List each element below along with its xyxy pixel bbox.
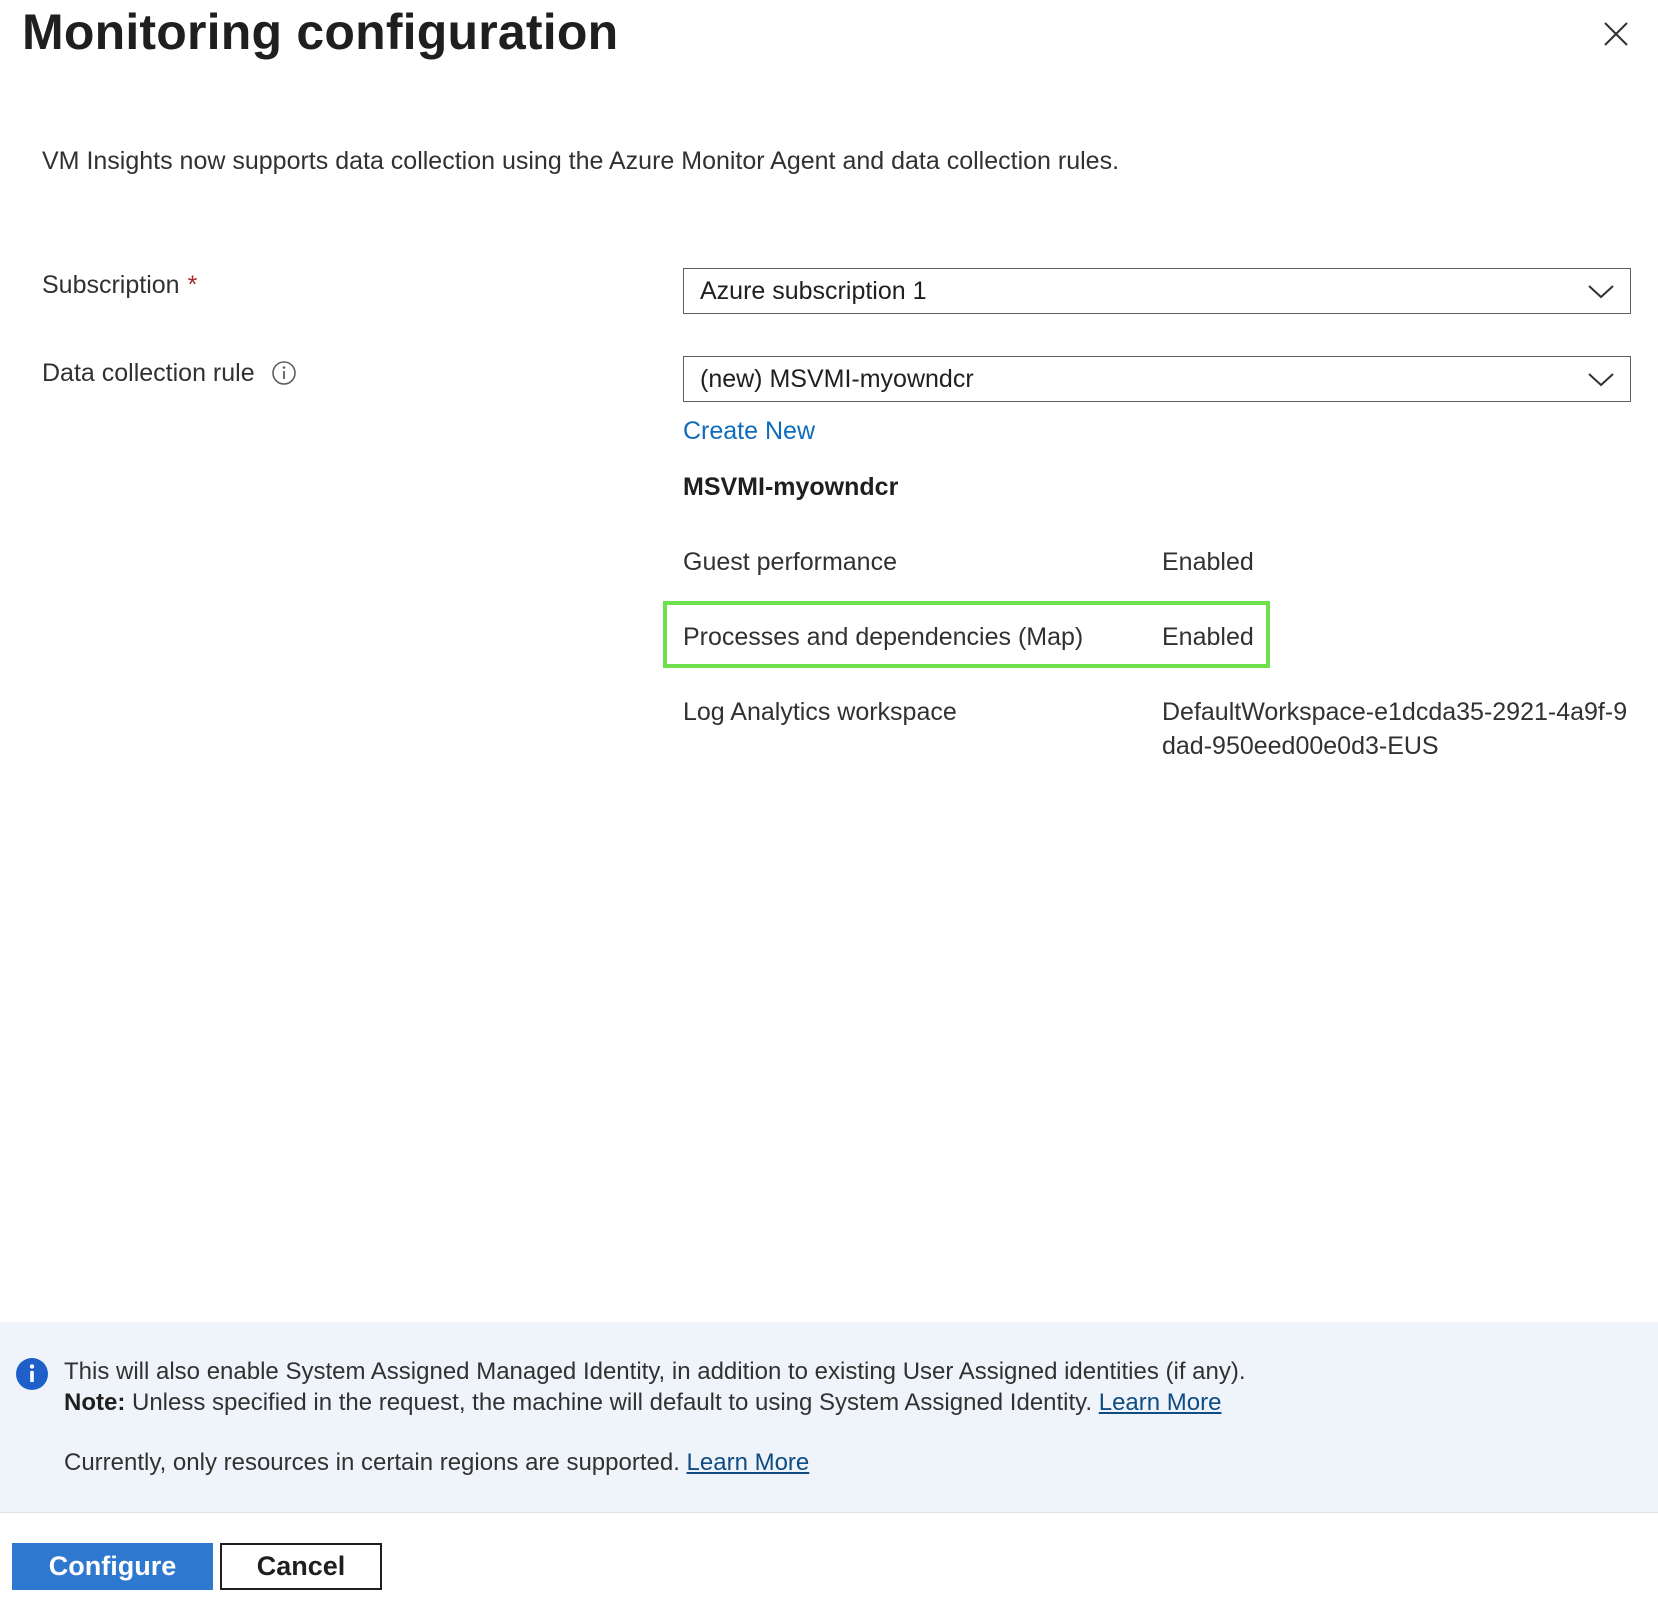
log-analytics-workspace-value: DefaultWorkspace-e1dcda35-2921-4a9f-9dad… [1162, 698, 1628, 760]
subscription-label-text: Subscription [42, 271, 180, 299]
chevron-down-icon [1586, 279, 1616, 303]
subscription-dropdown[interactable]: Azure subscription 1 [683, 268, 1631, 314]
dcr-dropdown[interactable]: (new) MSVMI-myowndcr [683, 356, 1631, 402]
configure-button[interactable]: Configure [12, 1543, 213, 1590]
footer-divider [0, 1512, 1658, 1513]
processes-dependencies-value: Enabled [1162, 623, 1254, 651]
notice-line-3: Currently, only resources in certain reg… [64, 1447, 809, 1479]
subscription-label: Subscription * [42, 268, 197, 302]
chevron-down-icon [1586, 367, 1616, 391]
dcr-label-text: Data collection rule [42, 359, 255, 387]
subscription-selected-value: Azure subscription 1 [700, 277, 927, 305]
monitoring-configuration-panel: Monitoring configuration VM Insights now… [0, 0, 1658, 1608]
log-analytics-workspace-label: Log Analytics workspace [683, 698, 957, 726]
dcr-selected-value: (new) MSVMI-myowndcr [700, 365, 974, 393]
close-icon [1604, 22, 1628, 46]
guest-performance-value: Enabled [1162, 548, 1254, 576]
notice-line-2: Note: Unless specified in the request, t… [64, 1387, 1221, 1419]
processes-dependencies-label: Processes and dependencies (Map) [683, 623, 1084, 651]
info-filled-icon [15, 1357, 49, 1391]
page-title: Monitoring configuration [22, 4, 619, 60]
note-label: Note: [64, 1389, 126, 1416]
create-new-link[interactable]: Create New [683, 414, 815, 448]
notice-line-2-text: Unless specified in the request, the mac… [125, 1389, 1099, 1416]
guest-performance-label: Guest performance [683, 548, 897, 576]
notice-line-3-text: Currently, only resources in certain reg… [64, 1449, 687, 1476]
dcr-name-heading: MSVMI-myowndcr [683, 473, 899, 501]
notice-line-1: This will also enable System Assigned Ma… [64, 1358, 1246, 1385]
intro-text: VM Insights now supports data collection… [42, 147, 1120, 175]
required-marker: * [187, 271, 198, 299]
dcr-label: Data collection rule [42, 356, 297, 390]
close-button[interactable] [1600, 18, 1632, 50]
cancel-button[interactable]: Cancel [220, 1543, 382, 1590]
learn-more-link-regions[interactable]: Learn More [687, 1449, 810, 1476]
learn-more-link-identity[interactable]: Learn More [1099, 1389, 1222, 1416]
info-icon[interactable] [271, 360, 297, 386]
